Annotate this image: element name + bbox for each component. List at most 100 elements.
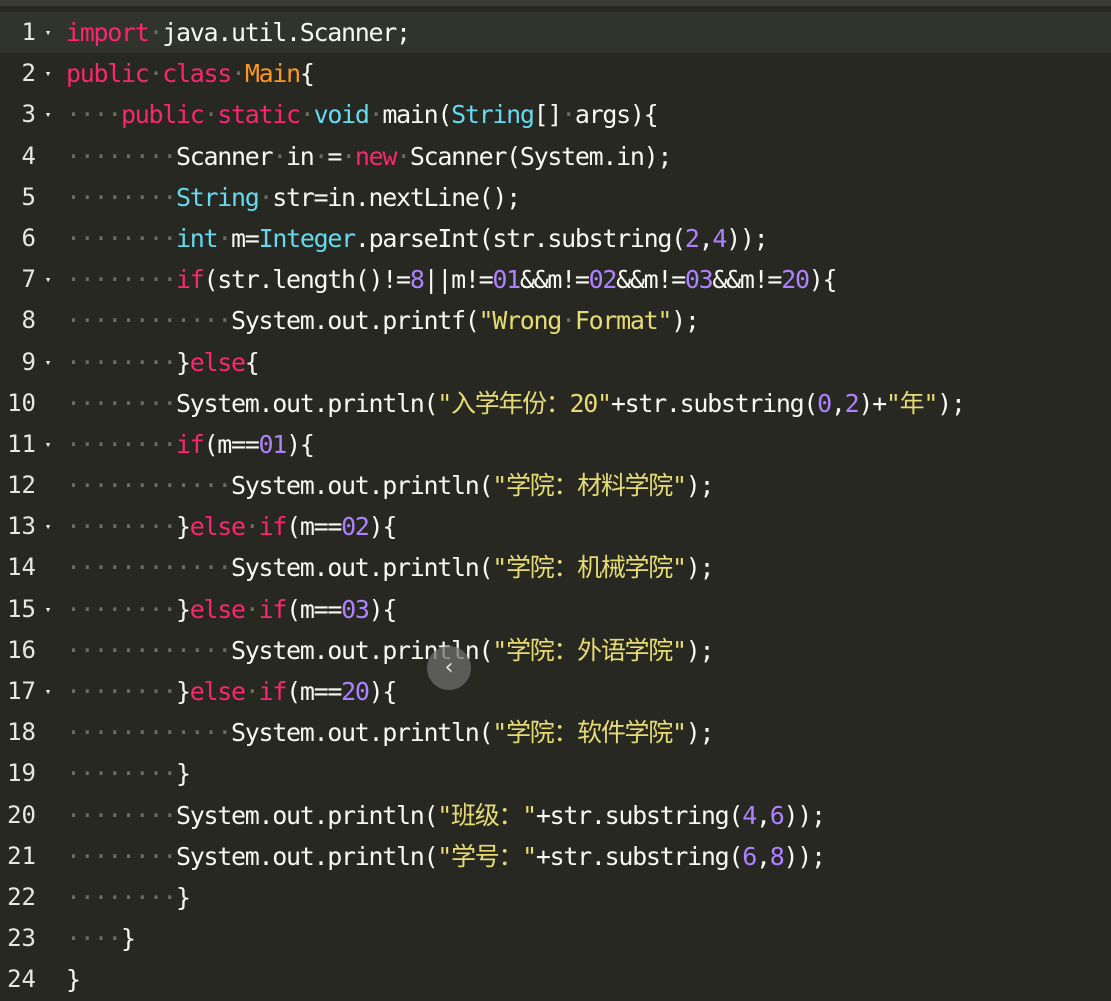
code-line[interactable]: 22 ········} <box>0 877 1111 918</box>
code-text[interactable]: public·class·Main{ <box>66 53 315 94</box>
line-number: 22 <box>7 882 36 911</box>
code-text[interactable]: ········System.out.println("学号："+str.sub… <box>66 836 826 877</box>
code-token: ); <box>685 718 715 748</box>
code-line[interactable]: 2 ▾ public·class·Main{ <box>0 53 1111 94</box>
indent-guide: ········ <box>66 182 177 212</box>
code-token: System.out.println( <box>231 718 494 748</box>
indent-guide: ········ <box>66 141 177 171</box>
code-token: java.util.Scanner; <box>162 18 411 47</box>
code-token: = <box>327 141 342 171</box>
code-text[interactable]: ············System.out.println("学院：软件学院"… <box>66 712 715 753</box>
code-token: ); <box>685 471 715 501</box>
code-text[interactable]: ········System.out.println("入学年份：20"+str… <box>66 383 966 424</box>
code-text[interactable]: ············System.out.println("学院：外语学院"… <box>66 630 714 671</box>
code-text[interactable]: ········}else·if(m==20){ <box>66 671 397 712</box>
code-line[interactable]: 1 ▾ import·java.util.Scanner; <box>0 12 1111 54</box>
code-token: 20 <box>341 677 370 706</box>
code-token: Integer <box>258 223 357 253</box>
code-line[interactable]: 3 ▾ ····public·static·void·main(String[]·a… <box>0 94 1111 135</box>
code-line[interactable]: 24} <box>0 959 1111 1000</box>
code-text[interactable]: ············System.out.println("学院：机械学院"… <box>66 547 714 588</box>
code-line[interactable]: 4 ········Scanner·in·=·new·Scanner(System… <box>0 136 1111 177</box>
indent-guide: · <box>203 100 219 130</box>
code-line[interactable]: 19 ········} <box>0 753 1111 794</box>
code-line[interactable]: 8 ············System.out.printf("Wrong·Fo… <box>0 300 1111 341</box>
code-token: } <box>66 965 81 995</box>
code-text[interactable]: ········int·m=Integer.parseInt(str.subst… <box>66 218 769 259</box>
code-token: ); <box>937 388 966 418</box>
code-token: .parseInt(str.substring( <box>354 223 686 253</box>
line-number: 18 <box>7 718 36 747</box>
code-text[interactable]: ········Scanner·in·=·new·Scanner(System.… <box>66 136 672 177</box>
line-number: 24 <box>7 965 36 994</box>
code-text[interactable]: ····public·static·void·main(String[]·arg… <box>66 94 659 135</box>
fold-arrow-icon[interactable]: ▾ <box>41 53 55 94</box>
code-line[interactable]: 21 ········System.out.println("学号："+str.s… <box>0 836 1111 877</box>
code-line[interactable]: 13 ▾ ········}else·if(m==02){ <box>0 506 1111 547</box>
code-token: 03 <box>341 594 370 624</box>
code-token: 4 <box>712 223 727 253</box>
code-token: 6 <box>769 800 785 830</box>
code-line[interactable]: 6 ········int·m=Integer.parseInt(str.subs… <box>0 218 1111 259</box>
fold-arrow-icon[interactable]: ▾ <box>41 94 55 135</box>
code-text[interactable]: ········}else{ <box>66 342 260 383</box>
code-text[interactable]: ········}else·if(m==02){ <box>66 506 397 547</box>
code-line[interactable]: 20 ········System.out.println("班级："+str.s… <box>0 795 1111 836</box>
fold-arrow-icon[interactable]: ▾ <box>41 424 55 465</box>
line-number: 13 <box>7 512 36 541</box>
line-number: 17 <box>7 677 36 705</box>
code-line[interactable]: 17 ▾ ········}else·if(m==20){ <box>0 671 1111 712</box>
fold-arrow-icon[interactable]: ▾ <box>41 342 55 383</box>
code-text[interactable]: ········if(m==01){ <box>66 424 315 465</box>
code-token: { <box>299 59 315 89</box>
code-editor[interactable]: 1 ▾ import·java.util.Scanner; 2 ▾ public·clas… <box>0 12 1111 1001</box>
code-token: void <box>313 100 370 130</box>
indent-guide: ···· <box>66 924 122 954</box>
code-text[interactable]: ············System.out.printf("Wrong·For… <box>66 300 700 341</box>
code-token: main( <box>382 100 452 130</box>
code-token: &&m!= <box>616 265 686 295</box>
code-text[interactable]: ········}else·if(m==03){ <box>66 589 397 630</box>
code-token: 2 <box>684 223 700 253</box>
code-token: (m== <box>286 512 342 542</box>
code-text[interactable]: ············System.out.println("学院：材料学院"… <box>66 465 715 506</box>
fold-arrow-icon[interactable]: ▾ <box>41 506 55 547</box>
code-text[interactable]: ········if(str.length()!=8||m!=01&&m!=02… <box>66 259 837 300</box>
code-token: if <box>258 677 288 706</box>
code-token: } <box>176 347 191 377</box>
indent-guide: · <box>368 100 384 130</box>
code-token: +str.substring( <box>610 388 819 418</box>
chevron-left-icon[interactable]: ‹ <box>427 646 471 690</box>
code-line[interactable]: 11 ▾ ········if(m==01){ <box>0 424 1111 465</box>
code-text[interactable]: ········System.out.println("班级："+str.sub… <box>66 795 826 836</box>
code-line[interactable]: 15 ▾ ········}else·if(m==03){ <box>0 589 1111 630</box>
fold-arrow-icon[interactable]: ▾ <box>41 671 55 712</box>
code-token: public <box>121 100 205 130</box>
indent-guide: ········ <box>66 800 177 830</box>
code-line[interactable]: 5 ········String·str=in.nextLine(); <box>0 177 1111 218</box>
indent-guide: ········ <box>66 594 177 624</box>
fold-arrow-icon[interactable]: ▾ <box>41 589 55 630</box>
code-line[interactable]: 16 ············System.out.println("学院：外语学… <box>0 630 1111 671</box>
code-text[interactable]: ········} <box>66 877 191 918</box>
code-line[interactable]: 9 ▾ ········}else{ <box>0 342 1111 383</box>
code-line[interactable]: 7 ▾ ········if(str.length()!=8||m!=01&&m!=… <box>0 259 1111 300</box>
code-text[interactable]: ········} <box>66 753 191 794</box>
fold-arrow-icon[interactable]: ▾ <box>41 259 55 300</box>
code-token: System.out.println( <box>176 841 439 871</box>
code-line[interactable]: 23 ····} <box>0 918 1111 959</box>
code-token: 02 <box>588 265 618 295</box>
code-text[interactable]: } <box>66 959 81 1000</box>
code-text[interactable]: ····} <box>66 918 136 959</box>
indent-guide: ········ <box>66 388 177 418</box>
code-token: (str.length()!= <box>203 265 412 295</box>
code-line[interactable]: 12 ············System.out.println("学院：材料学… <box>0 465 1111 506</box>
code-text[interactable]: ········String·str=in.nextLine(); <box>66 177 521 218</box>
code-token: &&m!= <box>712 265 782 295</box>
code-line[interactable]: 14 ············System.out.println("学院：机械学… <box>0 547 1111 588</box>
code-token: )); <box>726 223 769 253</box>
code-line[interactable]: 10 ········System.out.println("入学年份：20"+s… <box>0 383 1111 424</box>
code-line[interactable]: 18 ············System.out.println("学院：软件学… <box>0 712 1111 753</box>
fold-arrow-icon[interactable]: ▾ <box>41 12 55 53</box>
code-text[interactable]: import·java.util.Scanner; <box>66 12 411 53</box>
